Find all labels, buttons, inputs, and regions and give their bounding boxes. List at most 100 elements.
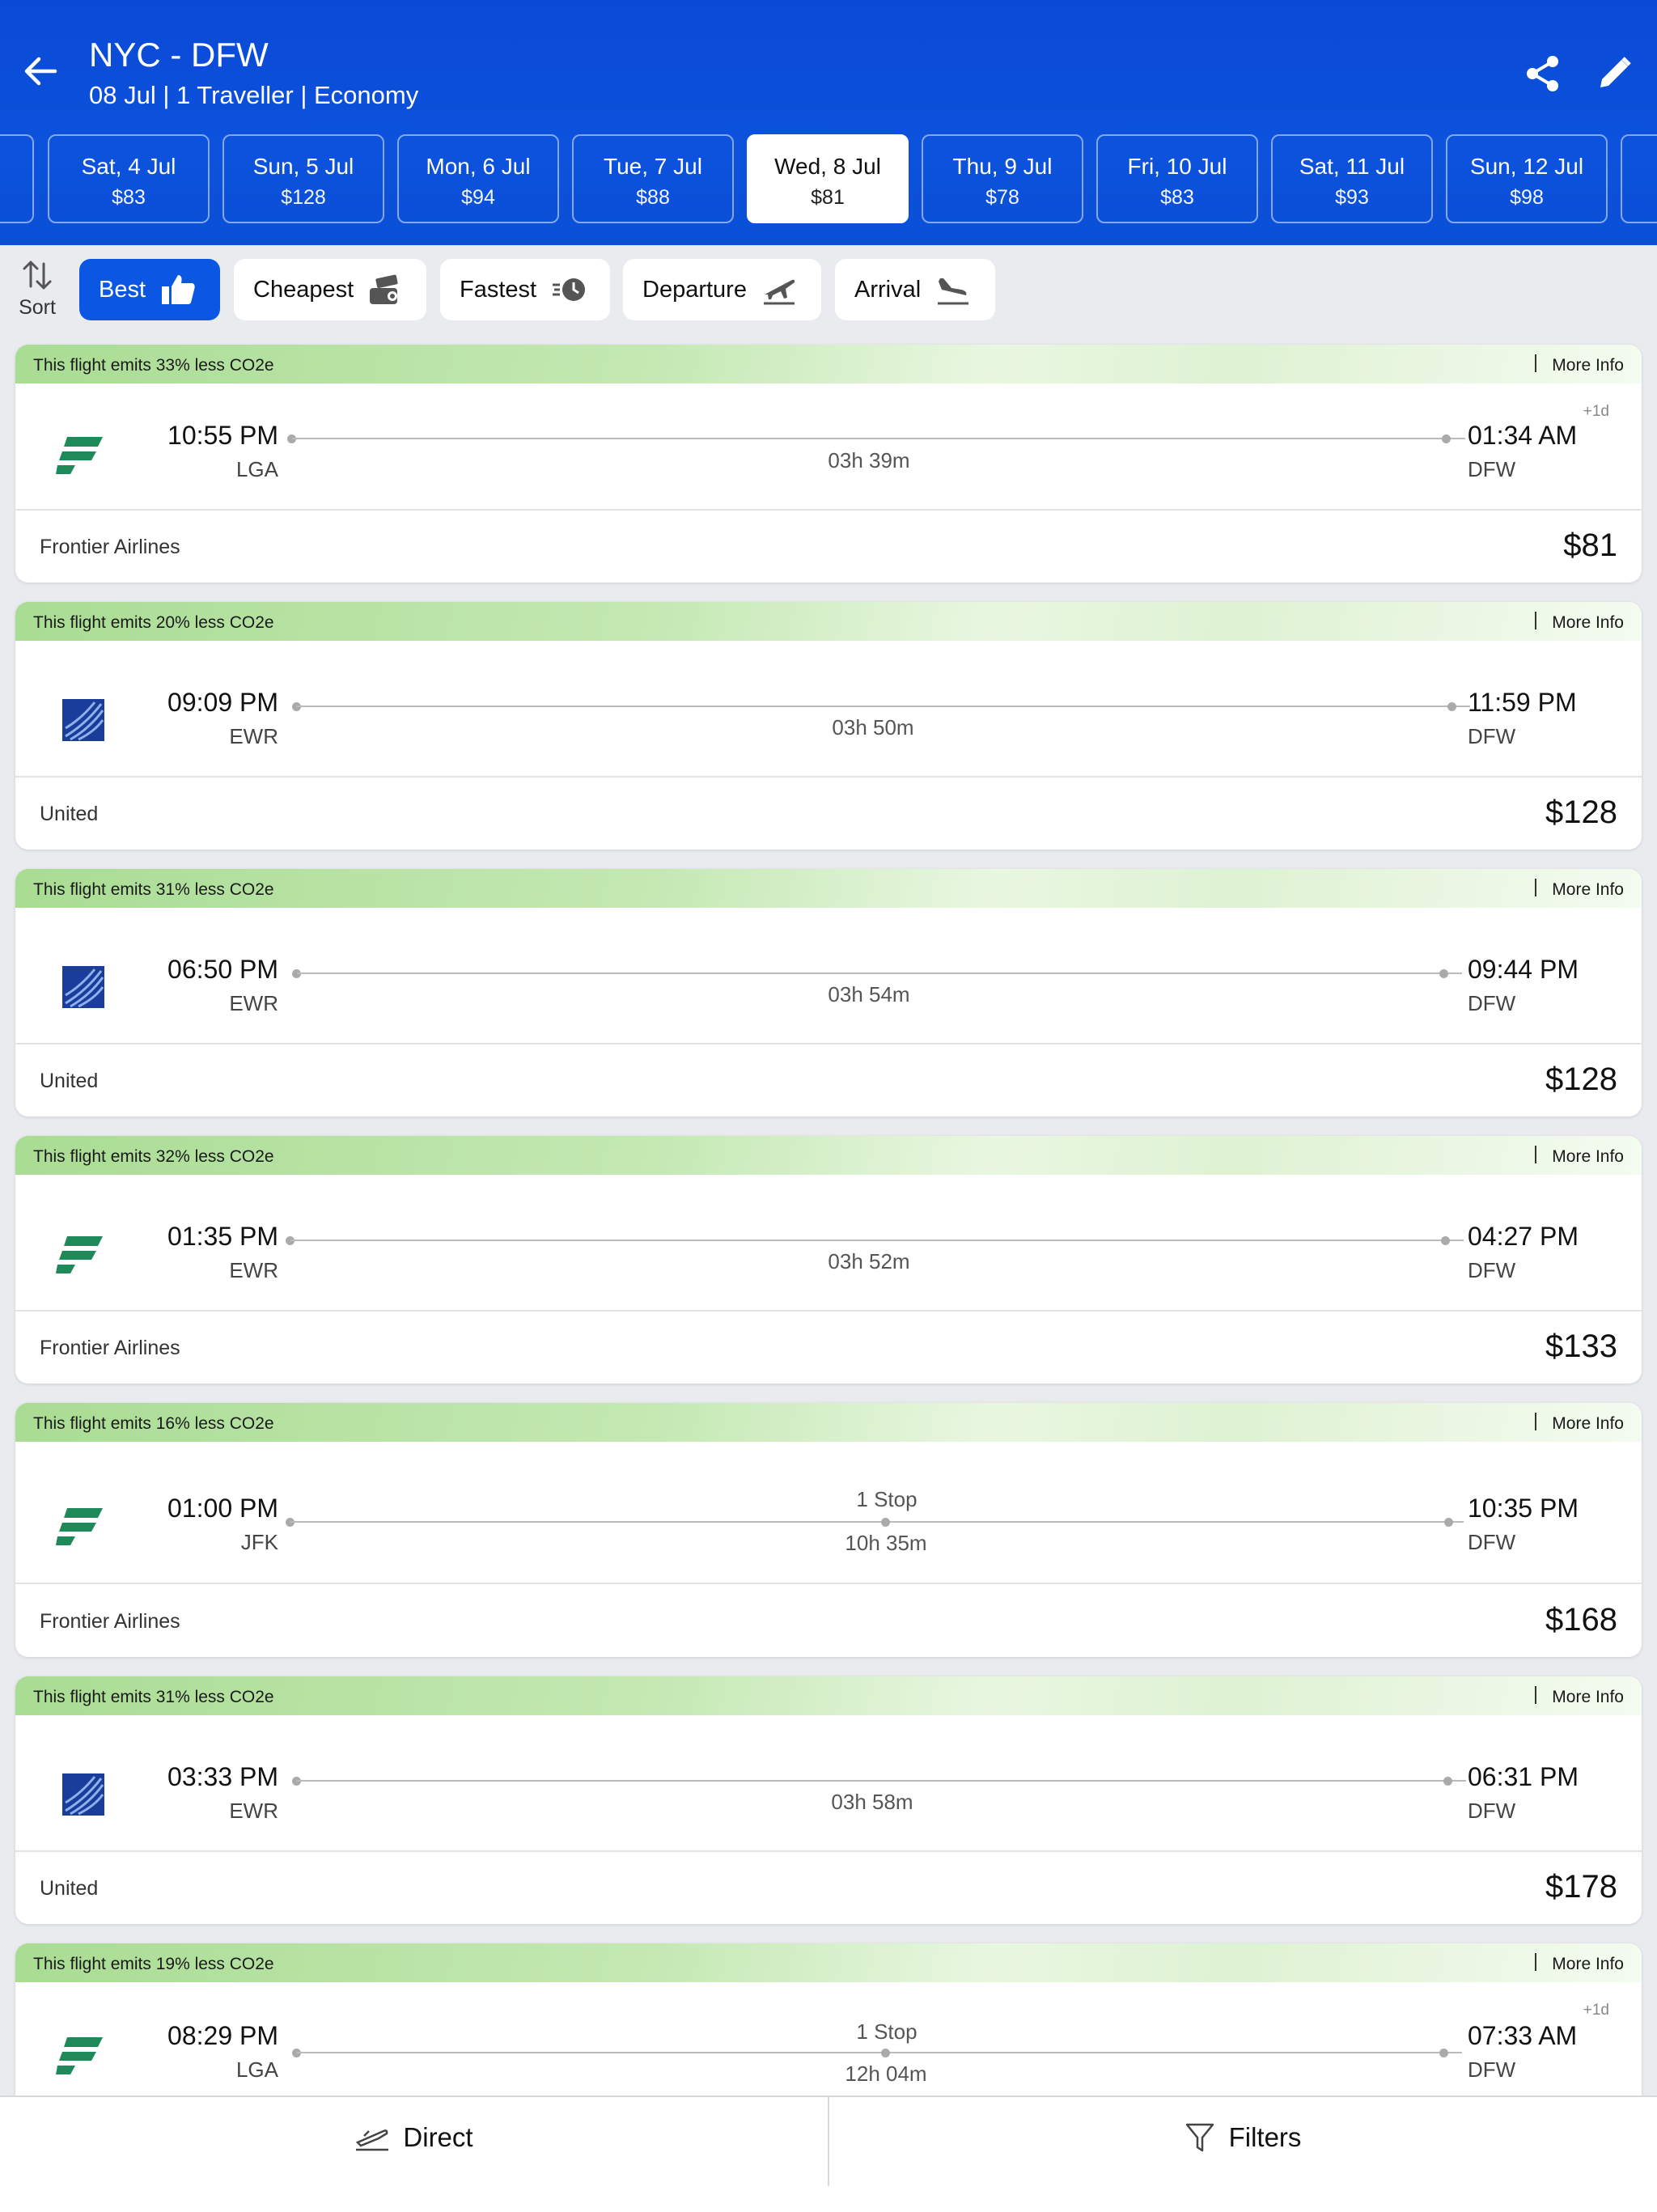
edit-pencil-icon[interactable] bbox=[1594, 53, 1634, 94]
frontier-logo-icon bbox=[56, 437, 103, 474]
next-day-indicator: +1d bbox=[1583, 2002, 1609, 2019]
stop-count: 1 Stop bbox=[856, 1487, 917, 1511]
sort-arrows-icon[interactable] bbox=[21, 257, 53, 293]
plane-departure-icon bbox=[763, 279, 795, 305]
arrival-airport: DFW bbox=[1468, 724, 1516, 748]
flight-card[interactable]: This flight emits 31% less CO2e More Inf… bbox=[15, 1676, 1642, 1924]
co2-banner: This flight emits 20% less CO2e More Inf… bbox=[15, 602, 1642, 641]
arrival-airport: DFW bbox=[1468, 1258, 1516, 1282]
sort-label[interactable]: Sort bbox=[15, 296, 60, 320]
date-chip-partial-left[interactable] bbox=[0, 134, 34, 223]
flight-price: $128 bbox=[1545, 1062, 1617, 1097]
flight-card[interactable]: This flight emits 31% less CO2e More Inf… bbox=[15, 869, 1642, 1117]
flight-price: $168 bbox=[1545, 1602, 1617, 1638]
more-info-link[interactable]: More Info bbox=[1552, 613, 1624, 633]
airline-name: United bbox=[40, 803, 99, 825]
more-info-link[interactable]: More Info bbox=[1552, 880, 1624, 900]
flight-duration: 03h 39m bbox=[828, 448, 910, 472]
frontier-logo-icon bbox=[56, 1508, 103, 1545]
date-chip[interactable]: Sat, 4 Jul $83 bbox=[48, 134, 210, 223]
flight-price: $133 bbox=[1545, 1328, 1617, 1364]
trip-subtitle[interactable]: 08 Jul | 1 Traveller | Economy bbox=[89, 81, 418, 110]
next-day-indicator: +1d bbox=[1583, 403, 1609, 420]
arrival-airport: DFW bbox=[1468, 991, 1516, 1015]
frontier-logo-icon bbox=[56, 2037, 103, 2074]
arrival-time: 07:33 AM bbox=[1468, 2021, 1578, 2050]
share-icon[interactable] bbox=[1523, 53, 1563, 94]
back-arrow-icon[interactable] bbox=[18, 49, 63, 94]
more-info-link[interactable]: More Info bbox=[1552, 1688, 1624, 1707]
date-chip[interactable]: Tue, 7 Jul $88 bbox=[572, 134, 734, 223]
frontier-logo-icon bbox=[56, 1236, 103, 1273]
flight-price: $178 bbox=[1545, 1869, 1617, 1905]
sort-cheapest-chip[interactable]: Cheapest bbox=[234, 259, 426, 320]
airline-name: Frontier Airlines bbox=[40, 536, 180, 558]
departure-airport: JFK bbox=[240, 1530, 278, 1554]
sort-departure-chip[interactable]: Departure bbox=[623, 259, 821, 320]
stop-count: 1 Stop bbox=[856, 2019, 917, 2044]
fast-clock-icon bbox=[553, 278, 586, 301]
date-chip[interactable]: Sat, 11 Jul $93 bbox=[1271, 134, 1433, 223]
sort-fastest-chip[interactable]: Fastest bbox=[440, 259, 610, 320]
flight-duration: 03h 54m bbox=[828, 982, 910, 1006]
departure-airport: LGA bbox=[235, 2057, 278, 2082]
route-title: NYC - DFW bbox=[89, 36, 269, 74]
filters-button[interactable]: Filters bbox=[829, 2097, 1657, 2178]
united-globe-logo-icon bbox=[62, 966, 104, 1008]
co2-banner: This flight emits 31% less CO2e More Inf… bbox=[15, 1676, 1642, 1715]
departure-airport: EWR bbox=[229, 1258, 278, 1282]
airline-name: Frontier Airlines bbox=[40, 1610, 180, 1633]
more-info-link[interactable]: More Info bbox=[1552, 356, 1624, 375]
filter-funnel-icon bbox=[1185, 2123, 1214, 2152]
airline-name: Frontier Airlines bbox=[40, 1337, 180, 1359]
plane-arrival-icon bbox=[938, 278, 969, 305]
flight-price: $128 bbox=[1545, 795, 1617, 830]
more-info-link[interactable]: More Info bbox=[1552, 1147, 1624, 1167]
flight-duration: 03h 52m bbox=[828, 1249, 910, 1273]
bottom-action-bar: Direct Filters bbox=[0, 2095, 1657, 2212]
plane-takeoff-icon bbox=[356, 2129, 389, 2151]
arrival-time: 06:31 PM bbox=[1468, 1762, 1579, 1791]
date-selector-strip[interactable]: Sat, 4 Jul $83 Sun, 5 Jul $128 Mon, 6 Jul $… bbox=[0, 134, 1657, 225]
date-chip[interactable]: Sun, 12 Jul $98 bbox=[1446, 134, 1608, 223]
departure-time: 09:09 PM bbox=[167, 688, 278, 717]
date-chip-partial-right[interactable] bbox=[1621, 134, 1657, 223]
flight-card[interactable]: This flight emits 20% less CO2e More Inf… bbox=[15, 602, 1642, 850]
arrival-airport: DFW bbox=[1468, 457, 1516, 481]
united-globe-logo-icon bbox=[62, 699, 104, 741]
flight-card[interactable]: This flight emits 33% less CO2e More Inf… bbox=[15, 345, 1642, 583]
flight-duration: 03h 50m bbox=[832, 715, 914, 739]
sort-arrival-chip[interactable]: Arrival bbox=[835, 259, 995, 320]
departure-airport: EWR bbox=[229, 724, 278, 748]
flight-price: $81 bbox=[1563, 528, 1617, 563]
flight-card[interactable]: This flight emits 32% less CO2e More Inf… bbox=[15, 1136, 1642, 1384]
date-chip-selected[interactable]: Wed, 8 Jul $81 bbox=[747, 134, 909, 223]
date-chip[interactable]: Mon, 6 Jul $94 bbox=[397, 134, 559, 223]
sort-best-chip[interactable]: Best bbox=[79, 259, 220, 320]
flight-duration: 10h 35m bbox=[845, 1531, 927, 1555]
date-chip[interactable]: Sun, 5 Jul $128 bbox=[222, 134, 384, 223]
airline-name: United bbox=[40, 1877, 99, 1900]
departure-time: 03:33 PM bbox=[167, 1762, 278, 1791]
co2-banner: This flight emits 33% less CO2e More Inf… bbox=[15, 345, 1642, 383]
date-chip[interactable]: Thu, 9 Jul $78 bbox=[922, 134, 1083, 223]
more-info-link[interactable]: More Info bbox=[1552, 1414, 1624, 1434]
arrival-time: 09:44 PM bbox=[1468, 955, 1579, 984]
flight-card[interactable]: This flight emits 16% less CO2e More Inf… bbox=[15, 1403, 1642, 1657]
thumbs-up-icon bbox=[162, 275, 195, 304]
departure-time: 01:35 PM bbox=[167, 1222, 278, 1251]
arrival-airport: DFW bbox=[1468, 1530, 1516, 1554]
date-chip[interactable]: Fri, 10 Jul $83 bbox=[1096, 134, 1258, 223]
co2-banner: This flight emits 32% less CO2e More Inf… bbox=[15, 1136, 1642, 1175]
arrival-airport: DFW bbox=[1468, 2057, 1516, 2082]
co2-banner: This flight emits 19% less CO2e More Inf… bbox=[15, 1943, 1642, 1982]
departure-time: 08:29 PM bbox=[167, 2021, 278, 2050]
united-globe-logo-icon bbox=[62, 1773, 104, 1816]
arrival-time: 04:27 PM bbox=[1468, 1222, 1579, 1251]
direct-button[interactable]: Direct bbox=[0, 2097, 828, 2178]
arrival-airport: DFW bbox=[1468, 1799, 1516, 1823]
more-info-link[interactable]: More Info bbox=[1552, 1955, 1624, 1974]
departure-time: 06:50 PM bbox=[167, 955, 278, 984]
departure-airport: EWR bbox=[229, 1799, 278, 1823]
departure-time: 10:55 PM bbox=[167, 421, 278, 450]
